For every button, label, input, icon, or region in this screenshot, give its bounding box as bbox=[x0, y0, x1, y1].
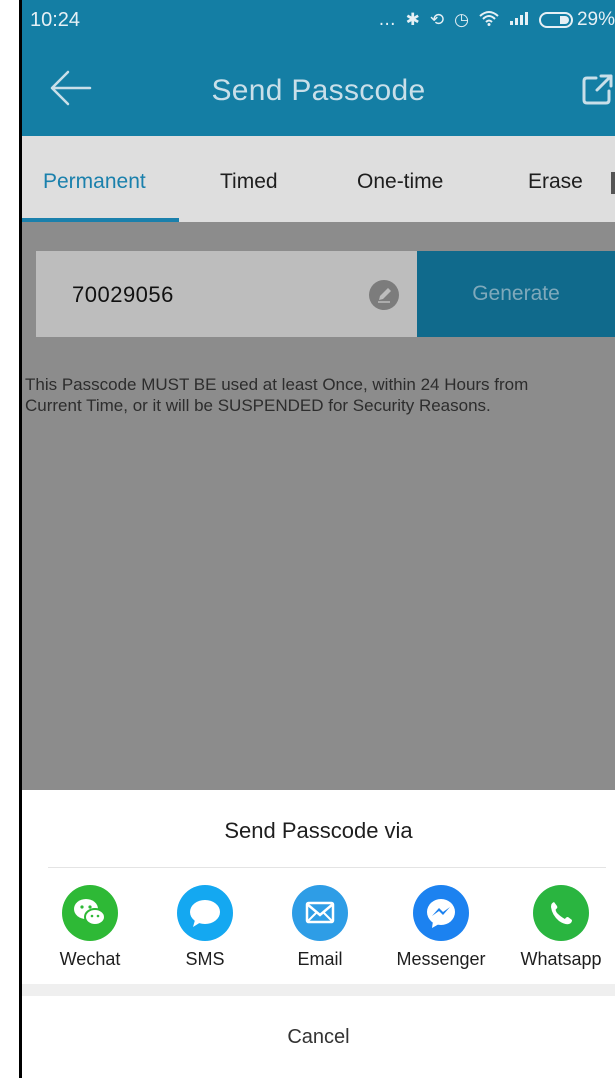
share-option-messenger[interactable]: Messenger bbox=[391, 885, 491, 969]
edit-pencil-icon[interactable] bbox=[369, 280, 399, 310]
divider bbox=[48, 867, 606, 868]
bluetooth-icon: ✱ bbox=[405, 10, 420, 30]
phone-screen: 10:24 … ✱ ⟲ ◷ 29% Send Passcode Permanen… bbox=[22, 0, 615, 1078]
app-bar: Send Passcode bbox=[22, 42, 615, 136]
passcode-notice: This Passcode MUST BE used at least Once… bbox=[25, 375, 529, 415]
wechat-icon bbox=[62, 885, 118, 941]
share-option-label: Whatsapp bbox=[520, 949, 602, 969]
status-icons: … ✱ ⟲ ◷ 29% bbox=[369, 9, 615, 31]
sync-icon: ⟲ bbox=[429, 10, 445, 30]
more-dots-icon: … bbox=[378, 10, 396, 30]
sheet-title: Send Passcode via bbox=[224, 818, 413, 843]
cancel-button[interactable]: Cancel bbox=[22, 996, 615, 1078]
share-option-label: Email bbox=[297, 949, 343, 969]
messenger-icon bbox=[413, 885, 469, 941]
tab-permanent[interactable]: Permanent bbox=[43, 170, 146, 194]
passcode-value: 70029056 bbox=[72, 282, 174, 307]
share-option-label: Wechat bbox=[59, 949, 121, 969]
whatsapp-icon bbox=[533, 885, 589, 941]
share-option-wechat[interactable]: Wechat bbox=[40, 885, 140, 969]
alarm-icon: ◷ bbox=[454, 10, 469, 30]
share-option-label: Messenger bbox=[396, 949, 486, 969]
passcode-field[interactable]: 70029056 bbox=[36, 251, 417, 337]
share-bottom-sheet: Send Passcode via Wechat SMS Email Messe… bbox=[22, 790, 615, 1078]
share-external-icon bbox=[582, 74, 613, 105]
share-option-whatsapp[interactable]: Whatsapp bbox=[511, 885, 611, 969]
tab-timed[interactable]: Timed bbox=[220, 170, 278, 194]
tab-bar: Permanent Timed One-time Erase bbox=[22, 136, 615, 222]
status-time: 10:24 bbox=[30, 9, 81, 31]
tab-erase[interactable]: Erase bbox=[528, 170, 583, 194]
share-button[interactable] bbox=[581, 72, 615, 106]
battery-percent: 29% bbox=[576, 9, 615, 30]
share-option-label: SMS bbox=[185, 949, 225, 969]
generate-button[interactable]: Generate bbox=[417, 251, 615, 337]
battery-icon bbox=[538, 12, 573, 28]
tab-overflow-indicator bbox=[611, 172, 615, 194]
page-title: Send Passcode bbox=[211, 74, 426, 107]
tab-one-time[interactable]: One-time bbox=[357, 170, 443, 194]
status-bar: 10:24 … ✱ ⟲ ◷ 29% bbox=[22, 0, 615, 42]
signal-icon bbox=[509, 10, 529, 30]
share-option-email[interactable]: Email bbox=[270, 885, 370, 969]
sheet-separator bbox=[22, 984, 615, 996]
share-option-sms[interactable]: SMS bbox=[155, 885, 255, 969]
left-margin bbox=[0, 0, 19, 1078]
left-border-line bbox=[19, 0, 22, 1078]
passcode-panel: 70029056 Generate This Passcode MUST BE … bbox=[22, 222, 615, 790]
wifi-icon bbox=[479, 10, 499, 31]
sms-icon bbox=[177, 885, 233, 941]
email-icon bbox=[292, 885, 348, 941]
